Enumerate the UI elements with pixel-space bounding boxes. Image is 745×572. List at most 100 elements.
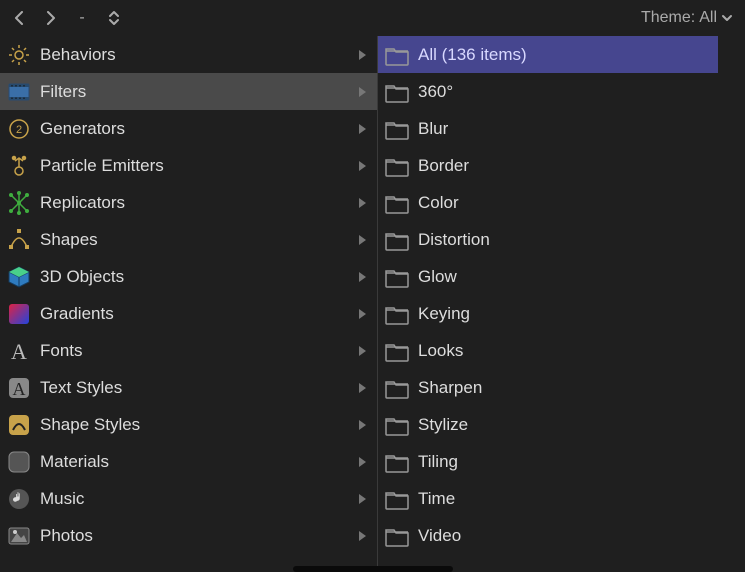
category-label: Text Styles xyxy=(40,378,347,398)
subcategory-column[interactable]: All (136 items) 360° Blur Border Color D… xyxy=(378,36,718,572)
path-crumb[interactable]: - xyxy=(76,9,88,27)
subcategory-label: Keying xyxy=(418,304,710,324)
folder-icon xyxy=(384,301,410,327)
category-column[interactable]: Behaviors Filters 2 Generators Particle … xyxy=(0,36,378,572)
toolbar: - Theme: All xyxy=(0,0,745,36)
material-icon xyxy=(6,449,32,475)
disclosure-arrow-icon xyxy=(355,85,369,99)
folder-icon xyxy=(384,42,410,68)
photos-icon xyxy=(6,523,32,549)
gear-icon xyxy=(6,42,32,68)
category-row[interactable]: Music xyxy=(0,480,377,517)
folder-icon xyxy=(384,79,410,105)
category-label: Gradients xyxy=(40,304,347,324)
category-row[interactable]: Replicators xyxy=(0,184,377,221)
folder-icon xyxy=(384,116,410,142)
disclosure-arrow-icon xyxy=(355,159,369,173)
subcategory-label: Tiling xyxy=(418,452,710,472)
subcategory-row[interactable]: 360° xyxy=(378,73,718,110)
subcategory-row[interactable]: Color xyxy=(378,184,718,221)
folder-icon xyxy=(384,412,410,438)
category-row[interactable]: 3D Objects xyxy=(0,258,377,295)
disclosure-arrow-icon xyxy=(355,529,369,543)
folder-icon xyxy=(384,338,410,364)
theme-dropdown[interactable]: Theme: All xyxy=(641,9,733,27)
folder-icon xyxy=(384,523,410,549)
particle-icon xyxy=(6,153,32,179)
disclosure-arrow-icon xyxy=(355,492,369,506)
folder-icon xyxy=(384,190,410,216)
generator-icon: 2 xyxy=(6,116,32,142)
folder-icon xyxy=(384,486,410,512)
category-row[interactable]: 2 Generators xyxy=(0,110,377,147)
subcategory-row[interactable]: Border xyxy=(378,147,718,184)
subcategory-row[interactable]: Tiling xyxy=(378,443,718,480)
subcategory-label: Video xyxy=(418,526,710,546)
disclosure-arrow-icon xyxy=(355,233,369,247)
replicator-icon xyxy=(6,190,32,216)
shape-icon xyxy=(6,227,32,253)
subcategory-label: Time xyxy=(418,489,710,509)
category-row[interactable]: A Fonts xyxy=(0,332,377,369)
subcategory-row[interactable]: Video xyxy=(378,517,718,554)
folder-icon xyxy=(384,264,410,290)
subcategory-label: Looks xyxy=(418,341,710,361)
disclosure-arrow-icon xyxy=(355,122,369,136)
svg-text:A: A xyxy=(13,379,26,399)
subcategory-row[interactable]: Distortion xyxy=(378,221,718,258)
subcategory-label: Blur xyxy=(418,119,710,139)
category-label: Materials xyxy=(40,452,347,472)
theme-label: Theme: xyxy=(641,9,695,27)
subcategory-row[interactable]: Blur xyxy=(378,110,718,147)
library-browser: Behaviors Filters 2 Generators Particle … xyxy=(0,36,745,572)
subcategory-row[interactable]: Time xyxy=(378,480,718,517)
category-row[interactable]: Shape Styles xyxy=(0,406,377,443)
disclosure-arrow-icon xyxy=(355,307,369,321)
music-icon xyxy=(6,486,32,512)
folder-icon xyxy=(384,227,410,253)
category-label: Photos xyxy=(40,526,347,546)
gradient-icon xyxy=(6,301,32,327)
scrollbar-hint xyxy=(293,566,453,572)
category-row[interactable]: A Text Styles xyxy=(0,369,377,406)
font-icon: A xyxy=(6,338,32,364)
filmstrip-icon xyxy=(6,79,32,105)
disclosure-arrow-icon xyxy=(355,270,369,284)
subcategory-label: 360° xyxy=(418,82,710,102)
textstyle-icon: A xyxy=(6,375,32,401)
subcategory-row[interactable]: Keying xyxy=(378,295,718,332)
folder-icon xyxy=(384,375,410,401)
category-label: Behaviors xyxy=(40,45,347,65)
category-row[interactable]: Materials xyxy=(0,443,377,480)
subcategory-row[interactable]: Sharpen xyxy=(378,369,718,406)
subcategory-label: Sharpen xyxy=(418,378,710,398)
subcategory-label: Color xyxy=(418,193,710,213)
category-label: 3D Objects xyxy=(40,267,347,287)
category-label: Replicators xyxy=(40,193,347,213)
category-row[interactable]: Behaviors xyxy=(0,36,377,73)
category-row[interactable]: Filters xyxy=(0,73,377,110)
theme-value: All xyxy=(699,9,717,27)
subcategory-row[interactable]: Glow xyxy=(378,258,718,295)
category-row[interactable]: Particle Emitters xyxy=(0,147,377,184)
nav-back-button[interactable] xyxy=(12,9,26,27)
subcategory-row[interactable]: All (136 items) xyxy=(378,36,718,73)
category-label: Particle Emitters xyxy=(40,156,347,176)
svg-text:A: A xyxy=(11,339,27,364)
path-stepper-icon[interactable] xyxy=(106,10,122,26)
category-row[interactable]: Photos xyxy=(0,517,377,554)
subcategory-row[interactable]: Stylize xyxy=(378,406,718,443)
category-label: Shapes xyxy=(40,230,347,250)
folder-icon xyxy=(384,153,410,179)
category-label: Fonts xyxy=(40,341,347,361)
subcategory-label: All (136 items) xyxy=(418,45,710,65)
chevron-down-icon xyxy=(721,13,733,23)
category-label: Music xyxy=(40,489,347,509)
disclosure-arrow-icon xyxy=(355,196,369,210)
category-row[interactable]: Gradients xyxy=(0,295,377,332)
nav-forward-button[interactable] xyxy=(44,9,58,27)
category-row[interactable]: Shapes xyxy=(0,221,377,258)
subcategory-label: Distortion xyxy=(418,230,710,250)
subcategory-row[interactable]: Looks xyxy=(378,332,718,369)
cube3d-icon xyxy=(6,264,32,290)
